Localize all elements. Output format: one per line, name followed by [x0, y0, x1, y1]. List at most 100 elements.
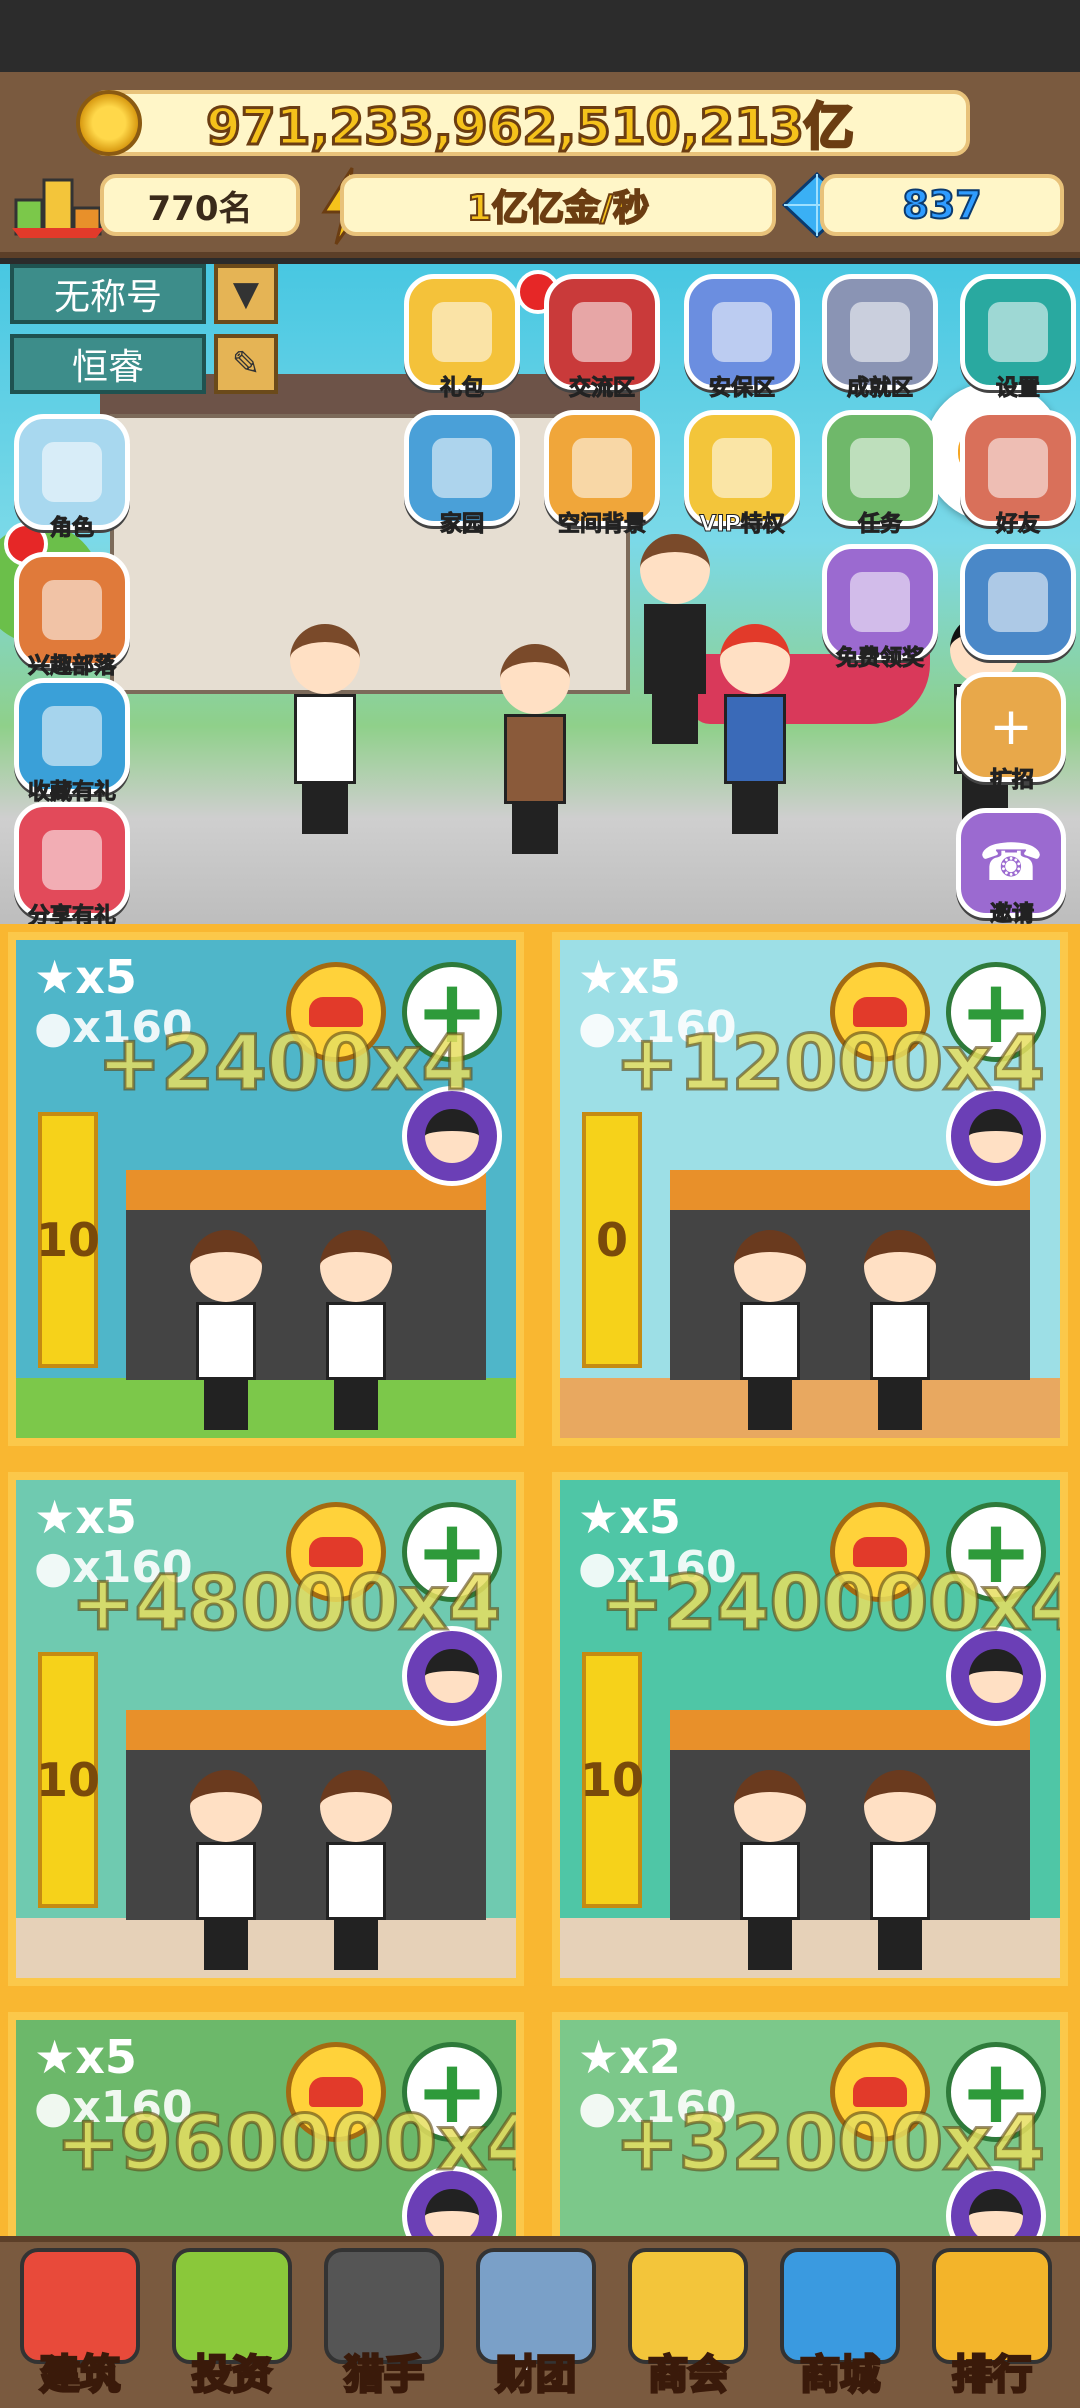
income-bonus: +12000x4: [614, 1017, 1047, 1109]
staff-character: [860, 1230, 940, 1430]
side-icon-0-label: 角色: [49, 516, 94, 542]
nav-label: 商会: [647, 2351, 730, 2400]
star-count: ★x5: [578, 1490, 681, 1544]
side-icon-3-label: 分享有礼: [27, 904, 116, 925]
character-butler: [630, 534, 720, 744]
triangle-down-icon: ▼: [232, 274, 260, 314]
level-bar: 10: [36, 1652, 100, 1908]
characters-icon: [42, 442, 102, 502]
staff-character: [316, 1770, 396, 1970]
shield-icon: [712, 302, 772, 362]
shop-stall: [670, 1170, 1030, 1380]
nav-label: 建筑: [39, 2351, 122, 2400]
gear-icon: [988, 302, 1048, 362]
feature-icon-2-label: VIP特权: [699, 512, 785, 538]
coin-icon: [76, 90, 142, 156]
staff-character: [186, 1230, 266, 1430]
star-icon: ★: [34, 2030, 76, 2084]
expand-recruit-label: 扩招: [989, 768, 1034, 794]
staff-character: [730, 1230, 810, 1430]
nav-building[interactable]: 建筑: [10, 2248, 150, 2408]
nav-label: 财团: [495, 2351, 578, 2400]
status-bar: [0, 0, 1080, 72]
top-icon-2-label: 安保区: [708, 376, 775, 402]
staff-character: [316, 1230, 396, 1430]
home-scene: 无称号 ▼ 恒睿 ✎ + 扩招 ☎ 邀请 礼包 交流区 安保区 成就区 设置 家园 空间背景…: [0, 264, 1080, 924]
extra-icon-0-label: 免费领奖: [835, 646, 924, 672]
business-card[interactable]: ★x5 ●x160 10 + +48000x4: [8, 1472, 524, 1986]
shop-stall: [670, 1710, 1030, 1920]
favorite-box-icon: [42, 706, 102, 766]
star-count: ★x5: [578, 950, 681, 1004]
rank-display[interactable]: 770名: [100, 174, 300, 236]
home-icon: [432, 438, 492, 498]
pencil-icon: ✎: [231, 344, 261, 384]
share-icon: [42, 830, 102, 890]
manager-face-icon: [425, 1649, 479, 1703]
star-count: ★x2: [578, 2030, 681, 2084]
level-bar: 10: [580, 1652, 644, 1908]
feature-icon-0-label: 家园: [439, 512, 484, 538]
income-bonus: +240000x4: [599, 1557, 1068, 1649]
edit-name-button[interactable]: ✎: [214, 334, 278, 394]
title-box[interactable]: 无称号: [10, 264, 206, 324]
star-icon: ★: [578, 1490, 620, 1544]
business-card[interactable]: ★x5 ●x160 10 + +240000x4: [552, 1472, 1068, 1986]
business-grid: ★x5 ●x160 10 + +2400x4 ★x5 ●x160 0 + +12000x4 ★x5 ●…: [0, 924, 1080, 2408]
character-boss[interactable]: [490, 644, 580, 854]
feature-icon-3-label: 任务: [857, 512, 902, 538]
tree-icon: [988, 572, 1048, 632]
podium-icon: [12, 178, 104, 238]
nav-trophy[interactable]: 排行: [922, 2248, 1062, 2408]
star-icon: ★: [578, 2030, 620, 2084]
nav-hammer[interactable]: 投资: [162, 2248, 302, 2408]
business-card[interactable]: ★x5 ●x160 0 + +12000x4: [552, 932, 1068, 1446]
extra-icon-1-button[interactable]: [960, 544, 1076, 660]
space-background-icon: [572, 438, 632, 498]
top-icon-0-label: 礼包: [439, 376, 484, 402]
staff-character: [730, 1770, 810, 1970]
nav-skyscraper[interactable]: 财团: [466, 2248, 606, 2408]
gift-icon: [432, 302, 492, 362]
top-icon-1-label: 交流区: [568, 376, 635, 402]
dropdown-button[interactable]: ▼: [214, 264, 278, 324]
staff-character: [860, 1770, 940, 1970]
video-reward-icon: [850, 572, 910, 632]
income-rate: 1亿亿金/秒: [340, 174, 776, 236]
star-count: ★x5: [34, 2030, 137, 2084]
manager-face-icon: [969, 1109, 1023, 1163]
nav-label: 投资: [191, 2351, 274, 2400]
card-ground: [16, 1918, 516, 1978]
megaphone-icon: [572, 302, 632, 362]
nav-label: 排行: [951, 2351, 1034, 2400]
manager-face-icon: [425, 2189, 479, 2243]
top-icon-4-label: 设置: [995, 376, 1040, 402]
income-bonus: +48000x4: [70, 1557, 503, 1649]
nav-chamber-badge[interactable]: 商会: [618, 2248, 758, 2408]
feature-icon-1-label: 空间背景: [557, 512, 646, 538]
nav-diamond-shop[interactable]: 商城: [770, 2248, 910, 2408]
income-bonus: +2400x4: [96, 1017, 476, 1109]
star-count: ★x5: [34, 950, 137, 1004]
income-bonus: +960000x4: [55, 2097, 524, 2189]
nav-hunter[interactable]: 猎手: [314, 2248, 454, 2408]
vip-gamepad-icon: [712, 438, 772, 498]
player-name[interactable]: 恒睿: [10, 334, 206, 394]
feature-icon-4-label: 好友: [995, 512, 1040, 538]
star-icon: ★: [34, 1490, 76, 1544]
resource-bar: 971,233,962,510,213亿 770名 1亿亿金/秒 837: [0, 72, 1080, 258]
star-icon: ★: [578, 950, 620, 1004]
friends-icon: [988, 438, 1048, 498]
character-worker: [710, 624, 800, 834]
side-icon-1-label: 兴趣部落: [27, 654, 116, 680]
business-card[interactable]: ★x5 ●x160 10 + +2400x4: [8, 932, 524, 1446]
phone-invite-icon: ☎: [978, 833, 1044, 893]
plus-icon: +: [989, 697, 1033, 757]
manager-face-icon: [969, 2189, 1023, 2243]
staff-character: [186, 1770, 266, 1970]
card-ground: [16, 1378, 516, 1438]
star-count: ★x5: [34, 1490, 137, 1544]
envelope-icon: [850, 438, 910, 498]
manager-face-icon: [969, 1649, 1023, 1703]
level-bar: 10: [36, 1112, 100, 1368]
